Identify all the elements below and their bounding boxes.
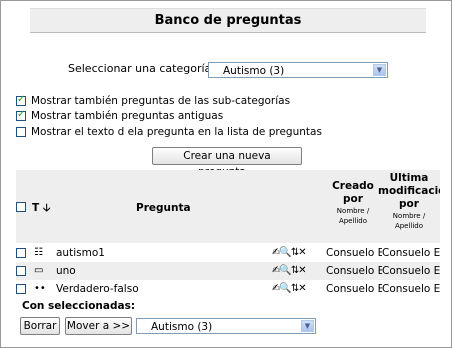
created-by: Consuelo E [326,247,382,259]
created-by: Consuelo E [326,283,382,295]
move-button[interactable]: Mover a >> [65,317,132,335]
checkbox-subcategories[interactable] [16,94,26,106]
move-target-select[interactable]: Autismo (3) ▼ [136,318,316,334]
row-actions: ✍🔍⇅✕ [272,244,307,262]
created-by: Consuelo E [326,265,382,277]
table-row: ☷ autismo1 ✍🔍⇅✕ Consuelo E Consuelo E [16,244,440,262]
move-target-value: Autismo (3) [151,321,213,333]
option-label: Mostrar el texto d ela pregunta en la li… [31,126,322,138]
question-name: autismo1 [56,247,105,259]
select-all-checkbox[interactable] [16,202,26,212]
col-created-header: Creado por Nombre / Apellido [332,180,374,225]
create-question-button[interactable]: Crear una nueva pregunta... [152,147,302,178]
option-show-text: Mostrar el texto d ela pregunta en la li… [16,126,322,138]
category-label: Seleccionar una categoría: [68,62,215,75]
chevron-down-icon: ▼ [373,64,386,76]
preview-icon[interactable]: 🔍 [279,247,291,258]
modified-by: Consuelo E [382,283,440,295]
delete-icon[interactable]: ✕ [298,283,306,294]
option-label: Mostrar también preguntas de las sub-cat… [31,95,291,107]
option-old-questions: Mostrar también preguntas antiguas [16,109,224,122]
category-select-value: Autismo (3) [223,65,285,77]
row-checkbox[interactable] [16,284,26,294]
col-type-header[interactable]: T 🡣 [32,200,50,218]
with-selected-label: Con seleccionadas: [22,300,136,312]
delete-icon[interactable]: ✕ [298,265,306,276]
page-title: Banco de preguntas [30,8,426,33]
modified-by: Consuelo E [382,265,440,277]
question-name: uno [56,265,76,277]
shortanswer-icon: ▭ [34,265,44,276]
row-checkbox[interactable] [16,248,26,258]
category-row: Seleccionar una categoría: [68,62,215,75]
chevron-down-icon: ▼ [301,320,314,332]
row-actions: ✍🔍⇅✕ [272,280,307,298]
table-header: T 🡣 Pregunta Creado por Nombre / Apellid… [16,170,440,243]
delete-icon[interactable]: ✕ [298,247,306,258]
checkbox-old-questions[interactable] [16,109,26,121]
option-label: Mostrar también preguntas antiguas [31,110,224,122]
down-arrow-icon: 🡣 [42,202,51,214]
row-checkbox[interactable] [16,266,26,276]
table-row: ▭ uno ✍🔍⇅✕ Consuelo E Consuelo E [16,262,440,280]
col-question-header[interactable]: Pregunta [136,202,191,214]
table-row: •• Verdadero-falso ✍🔍⇅✕ Consuelo E Consu… [16,280,440,298]
question-name: Verdadero-falso [56,283,139,295]
category-select[interactable]: Autismo (3) ▼ [208,62,388,78]
preview-icon[interactable]: 🔍 [279,265,291,276]
col-modified-header: Última modificación por Nombre / Apellid… [378,172,440,230]
preview-icon[interactable]: 🔍 [279,283,291,294]
row-actions: ✍🔍⇅✕ [272,262,307,280]
option-subcategories: Mostrar también preguntas de las sub-cat… [16,94,291,107]
multichoice-icon: ☷ [34,247,43,258]
delete-button[interactable]: Borrar [20,317,60,335]
modified-by: Consuelo E [382,247,440,259]
checkbox-show-text[interactable] [16,127,26,137]
truefalse-icon: •• [34,283,46,294]
